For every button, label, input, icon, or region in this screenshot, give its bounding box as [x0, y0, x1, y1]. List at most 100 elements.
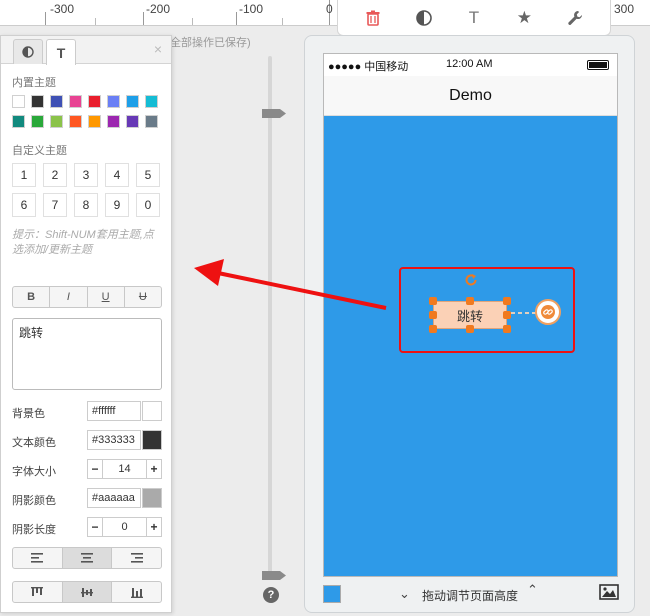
- status-bar: ●●●●● 中国移动 12:00 AM: [324, 54, 617, 76]
- theme-color-swatch[interactable]: [31, 115, 44, 128]
- align-bottom-icon[interactable]: [112, 582, 161, 602]
- page-height-slider-track[interactable]: [268, 56, 272, 580]
- custom-theme-key[interactable]: 6: [12, 193, 36, 217]
- bg-color-label: 背景色: [12, 408, 45, 420]
- italic-button[interactable]: I: [50, 287, 88, 307]
- shadow-length-label: 阴影长度: [12, 524, 56, 536]
- ruler-tick: [236, 12, 237, 25]
- font-size-minus-button[interactable]: −: [88, 460, 102, 478]
- custom-theme-key[interactable]: 7: [43, 193, 67, 217]
- custom-theme-key[interactable]: 4: [105, 163, 129, 187]
- theme-color-swatch[interactable]: [12, 95, 25, 108]
- theme-color-swatch[interactable]: [145, 95, 158, 108]
- ruler-label: 300: [614, 2, 635, 16]
- background-color-square[interactable]: [323, 585, 341, 603]
- text-format-group: B I U U: [12, 286, 162, 308]
- shadow-color-input[interactable]: #aaaaaa: [87, 488, 141, 508]
- custom-theme-key[interactable]: 2: [43, 163, 67, 187]
- custom-theme-key[interactable]: 3: [74, 163, 98, 187]
- theme-color-swatch[interactable]: [107, 95, 120, 108]
- resize-handle[interactable]: [503, 311, 511, 319]
- close-icon[interactable]: ×: [154, 41, 162, 57]
- contrast-icon[interactable]: [411, 5, 437, 31]
- theme-color-swatch[interactable]: [69, 115, 82, 128]
- custom-theme-key[interactable]: 9: [105, 193, 129, 217]
- chevron-up-icon[interactable]: ⌃: [527, 582, 538, 598]
- tab-text[interactable]: T: [46, 39, 76, 65]
- custom-theme-key[interactable]: 5: [136, 163, 160, 187]
- shadow-length-plus-button[interactable]: +: [147, 518, 161, 536]
- link-icon[interactable]: [535, 299, 561, 325]
- theme-color-swatch[interactable]: [50, 95, 63, 108]
- panel-tabs: T ×: [1, 36, 171, 65]
- theme-hint: 提示：Shift-NUM套用主题,点选添加/更新主题: [12, 229, 154, 256]
- theme-color-swatch[interactable]: [107, 115, 120, 128]
- align-top-icon[interactable]: [13, 582, 63, 602]
- bg-color-input[interactable]: #ffffff: [87, 401, 141, 421]
- star-icon[interactable]: ★: [511, 5, 537, 31]
- theme-color-swatch[interactable]: [88, 95, 101, 108]
- theme-color-swatch[interactable]: [145, 115, 158, 128]
- tab-theme[interactable]: [13, 39, 43, 64]
- theme-color-swatch[interactable]: [69, 95, 82, 108]
- image-icon[interactable]: [599, 584, 619, 605]
- carrier-label: ●●●●● 中国移动: [328, 61, 409, 73]
- tab-text-label: T: [56, 44, 66, 61]
- shadow-color-swatch[interactable]: [142, 488, 162, 508]
- shadow-length-value[interactable]: 0: [102, 518, 147, 536]
- align-center-icon[interactable]: [62, 548, 113, 568]
- align-left-icon[interactable]: [13, 548, 63, 568]
- custom-theme-key[interactable]: 1: [12, 163, 36, 187]
- resize-handle[interactable]: [429, 297, 437, 305]
- theme-color-swatch[interactable]: [12, 115, 25, 128]
- help-icon[interactable]: ?: [263, 587, 279, 603]
- resize-handle[interactable]: [429, 311, 437, 319]
- font-size-value[interactable]: 14: [102, 460, 147, 478]
- annotation-arrow: [194, 259, 387, 310]
- chevron-down-icon[interactable]: ⌄: [399, 586, 410, 602]
- ruler-tick: [282, 18, 283, 25]
- theme-color-swatch[interactable]: [88, 115, 101, 128]
- bg-color-swatch[interactable]: [142, 401, 162, 421]
- slider-handle-top[interactable]: [262, 109, 286, 118]
- custom-theme-key[interactable]: 0: [136, 193, 160, 217]
- slider-handle-bottom[interactable]: [262, 571, 286, 580]
- resize-handle[interactable]: [466, 297, 474, 305]
- resize-handle[interactable]: [466, 325, 474, 333]
- ruler-label: -200: [146, 2, 171, 16]
- trash-icon[interactable]: [360, 5, 386, 31]
- shadow-length-minus-button[interactable]: −: [88, 518, 102, 536]
- align-right-icon[interactable]: [112, 548, 161, 568]
- align-middle-icon[interactable]: [62, 582, 113, 602]
- theme-color-swatch[interactable]: [126, 95, 139, 108]
- text-content-input[interactable]: 跳转: [12, 318, 162, 390]
- wrench-icon[interactable]: [562, 5, 588, 31]
- font-size-stepper: − 14 +: [87, 459, 162, 479]
- custom-theme-title: 自定义主题: [12, 145, 67, 157]
- theme-color-swatch[interactable]: [126, 115, 139, 128]
- strikethrough-button[interactable]: U: [125, 287, 161, 307]
- text-color-label: 文本颜色: [12, 437, 56, 449]
- vertical-align-group: [12, 581, 162, 603]
- custom-theme-key[interactable]: 8: [74, 193, 98, 217]
- link-connector-line: [511, 312, 537, 314]
- resize-handle[interactable]: [503, 325, 511, 333]
- text-color-swatch[interactable]: [142, 430, 162, 450]
- bold-button[interactable]: B: [13, 287, 51, 307]
- font-size-plus-button[interactable]: +: [147, 460, 161, 478]
- shadow-length-stepper: − 0 +: [87, 517, 162, 537]
- theme-color-swatch[interactable]: [31, 95, 44, 108]
- ruler-label: 0: [326, 2, 333, 16]
- rotate-icon[interactable]: [464, 273, 478, 292]
- text-color-input[interactable]: #333333: [87, 430, 141, 450]
- resize-handle[interactable]: [429, 325, 437, 333]
- ruler-label: -100: [239, 2, 264, 16]
- property-panel: T × 内置主题 自定义主题 1 2 3 4 5 6 7 8 9 0 提示：Sh…: [0, 35, 172, 613]
- ruler-tick: [95, 18, 96, 25]
- phone-bottom-bar: ⌄ 拖动调节页面高度 ⌃: [305, 578, 634, 612]
- resize-handle[interactable]: [503, 297, 511, 305]
- theme-color-swatch[interactable]: [50, 115, 63, 128]
- status-time: 12:00 AM: [446, 58, 493, 70]
- underline-button[interactable]: U: [88, 287, 125, 307]
- text-icon[interactable]: T: [461, 5, 487, 31]
